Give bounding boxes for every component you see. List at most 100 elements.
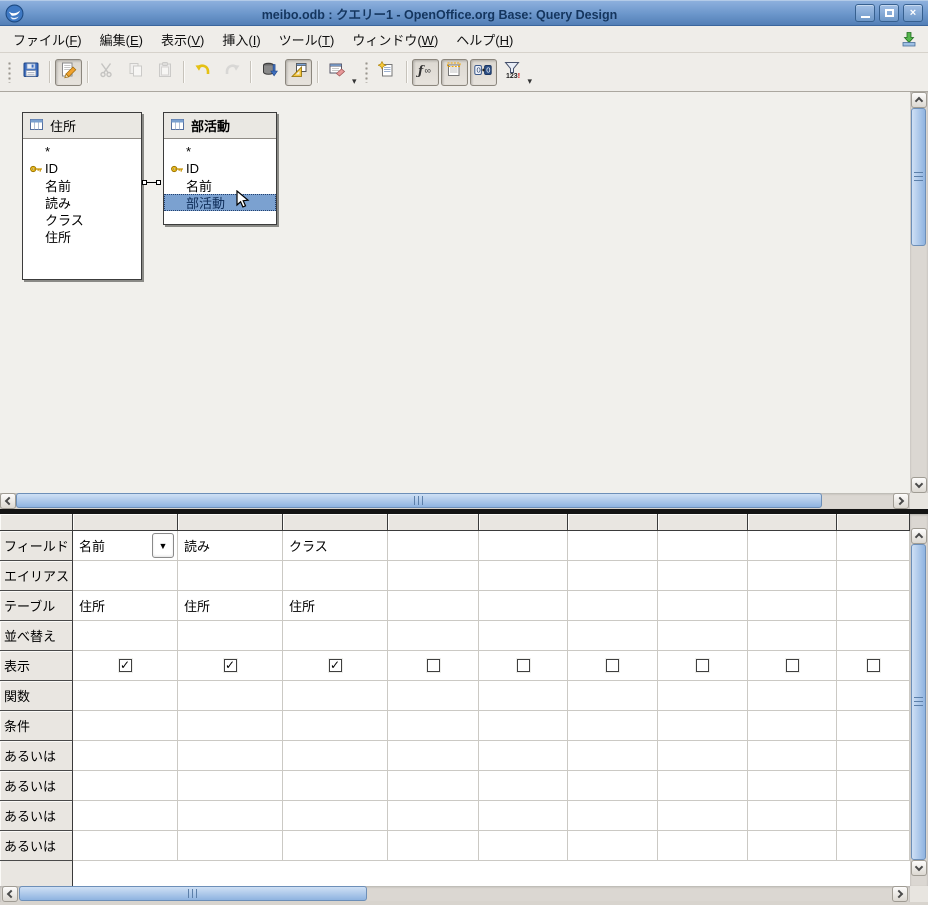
grid-cell-field-col4[interactable] [388, 531, 479, 561]
grid-cell-or4-col4[interactable] [388, 831, 479, 861]
grid-cell-field-col3[interactable]: クラス [283, 531, 388, 561]
functions-button[interactable]: ƒ∞ [412, 59, 439, 86]
distinct-values-button[interactable]: 123! [499, 59, 526, 86]
grid-cell-function-col7[interactable] [658, 681, 748, 711]
grid-scroll-up-button[interactable] [911, 528, 927, 544]
grid-cell-or4-col1[interactable] [73, 831, 178, 861]
field-item-ID[interactable]: ID [23, 160, 141, 177]
design-vscrollbar-track[interactable] [910, 92, 928, 493]
grid-cell-visible-col9[interactable] [837, 651, 910, 681]
grid-cell-sort-col5[interactable] [479, 621, 568, 651]
grid-column-header-3[interactable] [283, 514, 388, 531]
grid-column-header-1[interactable] [73, 514, 178, 531]
menu-insert[interactable]: 挿入(I) [213, 26, 269, 53]
table-window-2[interactable]: 部活動*ID名前部活動 [163, 112, 277, 225]
grid-cell-function-col5[interactable] [479, 681, 568, 711]
design-hscrollbar-thumb[interactable] [16, 493, 822, 508]
grid-cell-table-col9[interactable] [837, 591, 910, 621]
table-window-title[interactable]: 部活動 [164, 113, 276, 139]
grid-cell-field-col9[interactable] [837, 531, 910, 561]
table-window-title[interactable]: 住所 [23, 113, 141, 139]
grid-cell-sort-col3[interactable] [283, 621, 388, 651]
grid-cell-or3-col3[interactable] [283, 801, 388, 831]
visible-checkbox-checked[interactable]: ✓ [224, 659, 237, 672]
grid-cell-or1-col5[interactable] [479, 741, 568, 771]
grid-cell-or2-col9[interactable] [837, 771, 910, 801]
grid-cell-or3-col9[interactable] [837, 801, 910, 831]
grid-cell-or1-col1[interactable] [73, 741, 178, 771]
grid-cell-or4-col2[interactable] [178, 831, 283, 861]
grid-cell-or1-col6[interactable] [568, 741, 658, 771]
grid-cell-or1-col8[interactable] [748, 741, 837, 771]
grid-cell-visible-col1[interactable]: ✓ [73, 651, 178, 681]
grid-column-header-5[interactable] [479, 514, 568, 531]
grid-cell-table-col3[interactable]: 住所 [283, 591, 388, 621]
design-hscrollbar-track[interactable] [0, 493, 910, 509]
grid-cell-or4-col6[interactable] [568, 831, 658, 861]
grid-vscrollbar-track[interactable] [910, 514, 928, 886]
grid-column-header-4[interactable] [388, 514, 479, 531]
join-line[interactable] [147, 182, 157, 183]
grid-cell-or4-col5[interactable] [479, 831, 568, 861]
alias-button[interactable]: 00 [470, 59, 497, 86]
grid-cell-or2-col7[interactable] [658, 771, 748, 801]
visible-checkbox-unchecked[interactable] [696, 659, 709, 672]
grid-cell-alias-col6[interactable] [568, 561, 658, 591]
visible-checkbox-unchecked[interactable] [517, 659, 530, 672]
visible-checkbox-unchecked[interactable] [786, 659, 799, 672]
grid-cell-sort-col1[interactable] [73, 621, 178, 651]
menu-view[interactable]: 表示(V) [152, 26, 213, 53]
undo-button[interactable] [189, 59, 216, 86]
grid-scroll-down-button[interactable] [911, 860, 927, 876]
grid-cell-or2-col2[interactable] [178, 771, 283, 801]
clear-query-button[interactable] [323, 59, 350, 86]
design-scroll-up-button[interactable] [911, 92, 927, 108]
grid-cell-field-col7[interactable] [658, 531, 748, 561]
design-scroll-right-button[interactable] [893, 493, 909, 509]
design-scroll-left-button[interactable] [0, 493, 16, 509]
visible-checkbox-unchecked[interactable] [867, 659, 880, 672]
grid-cell-sort-col6[interactable] [568, 621, 658, 651]
grid-cell-table-col5[interactable] [479, 591, 568, 621]
table-design-pane[interactable]: 住所*ID名前読みクラス住所部活動*ID名前部活動 [0, 92, 910, 493]
grid-cell-criterion-col5[interactable] [479, 711, 568, 741]
grid-cell-or1-col3[interactable] [283, 741, 388, 771]
maximize-button[interactable] [879, 4, 899, 22]
grid-cell-sort-col9[interactable] [837, 621, 910, 651]
grid-cell-visible-col7[interactable] [658, 651, 748, 681]
grid-cell-or1-col2[interactable] [178, 741, 283, 771]
grid-cell-or1-col9[interactable] [837, 741, 910, 771]
grid-cell-or2-col4[interactable] [388, 771, 479, 801]
save-button[interactable] [17, 59, 44, 86]
grid-cell-visible-col3[interactable]: ✓ [283, 651, 388, 681]
grid-cell-alias-col7[interactable] [658, 561, 748, 591]
grid-cell-criterion-col8[interactable] [748, 711, 837, 741]
grid-scroll-right-button[interactable] [892, 886, 908, 902]
grid-hscrollbar-track[interactable] [0, 886, 910, 902]
design-scroll-down-button[interactable] [911, 477, 927, 493]
field-dropdown-button[interactable]: ▼ [152, 533, 174, 558]
menu-edit[interactable]: 編集(E) [91, 26, 152, 53]
grid-cell-criterion-col4[interactable] [388, 711, 479, 741]
menu-help[interactable]: ヘルプ(H) [447, 26, 522, 53]
update-available-icon[interactable] [900, 30, 918, 48]
table-window-1[interactable]: 住所*ID名前読みクラス住所 [22, 112, 142, 280]
toolbar-grip[interactable] [364, 61, 369, 83]
grid-cell-criterion-col9[interactable] [837, 711, 910, 741]
grid-cell-field-col1[interactable]: 名前▼ [73, 531, 178, 561]
table-name-button[interactable] [441, 59, 468, 86]
run-query-button[interactable] [256, 59, 283, 86]
toolbar-overflow-arrow[interactable]: ▾ [528, 76, 533, 87]
grid-cell-function-col4[interactable] [388, 681, 479, 711]
grid-cell-or4-col8[interactable] [748, 831, 837, 861]
grid-cell-or3-col5[interactable] [479, 801, 568, 831]
grid-vscrollbar-thumb[interactable] [911, 544, 926, 860]
grid-cell-or2-col3[interactable] [283, 771, 388, 801]
grid-cell-function-col2[interactable] [178, 681, 283, 711]
grid-cell-criterion-col2[interactable] [178, 711, 283, 741]
field-item-名前[interactable]: 名前 [23, 177, 141, 194]
grid-cell-field-col6[interactable] [568, 531, 658, 561]
menu-tools[interactable]: ツール(T) [270, 26, 344, 53]
grid-cell-table-col4[interactable] [388, 591, 479, 621]
menu-window[interactable]: ウィンドウ(W) [343, 26, 447, 53]
